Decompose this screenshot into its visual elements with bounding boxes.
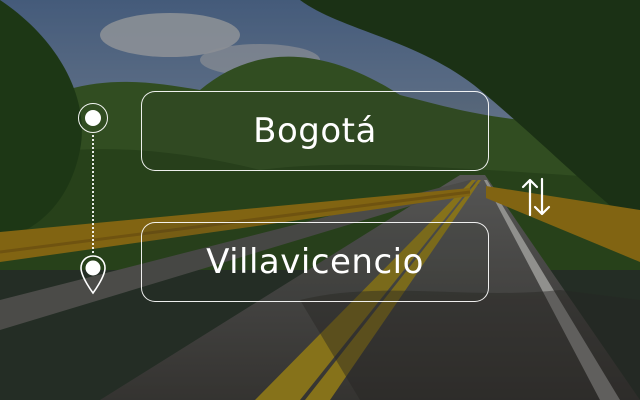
origin-circle-icon <box>78 103 108 133</box>
map-pin-icon <box>80 255 106 295</box>
origin-dot <box>85 110 101 126</box>
swap-vertical-icon <box>521 177 551 217</box>
route-connector-line <box>92 135 94 253</box>
destination-input[interactable]: Villavicencio <box>141 222 489 302</box>
origin-input-value: Bogotá <box>253 111 377 151</box>
origin-input[interactable]: Bogotá <box>141 91 489 171</box>
swap-route-button[interactable] <box>519 176 553 218</box>
route-search-card: Bogotá Villavicencio <box>0 0 640 400</box>
destination-input-value: Villavicencio <box>206 242 424 282</box>
